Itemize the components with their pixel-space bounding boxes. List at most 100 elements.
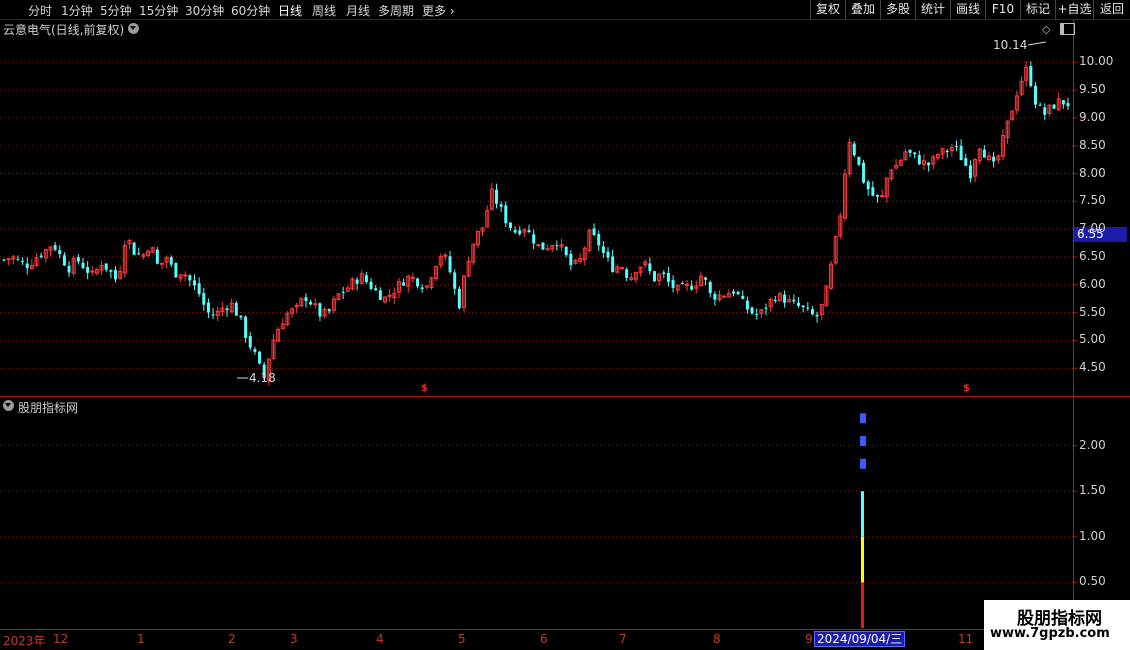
chevron-down-icon[interactable] xyxy=(128,23,139,34)
candle-body xyxy=(239,315,243,318)
x-tick-label: 3 xyxy=(290,632,298,646)
indicator-marker xyxy=(860,458,866,469)
candle-body xyxy=(304,297,308,302)
candle-body xyxy=(815,314,819,317)
candle-body xyxy=(387,294,392,297)
y-tick-label: 8.50 xyxy=(1079,137,1106,152)
candle-body xyxy=(671,280,675,288)
stock-chart[interactable] xyxy=(0,0,1130,650)
diamond-icon[interactable]: ◇ xyxy=(1042,23,1050,36)
candle-body xyxy=(713,293,717,300)
candle-body xyxy=(67,265,71,273)
candle-body xyxy=(53,245,57,250)
candle-body xyxy=(364,275,368,282)
candle-body xyxy=(206,302,210,313)
y-tick-label: 5.50 xyxy=(1079,304,1106,319)
candle-body xyxy=(132,242,136,255)
candle-body xyxy=(25,263,29,269)
main-chart-title: 云意电气(日线,前复权) xyxy=(3,23,125,37)
y-tick-label: 7.00 xyxy=(1079,221,1106,236)
candle-body xyxy=(21,260,25,262)
x-tick-label: 7 xyxy=(619,632,627,646)
x-tick-label: 9 xyxy=(805,632,813,646)
candle-body xyxy=(866,181,870,190)
candle-body xyxy=(619,267,624,270)
candle-body xyxy=(416,278,420,287)
candle-body xyxy=(1052,104,1056,109)
candle-body xyxy=(188,275,192,281)
indicator-marker xyxy=(860,413,866,424)
candle-body xyxy=(852,143,856,156)
candle-body xyxy=(248,336,252,348)
y-tick-label: 8.00 xyxy=(1079,165,1106,180)
candle-body xyxy=(880,195,885,198)
candle-body xyxy=(197,283,201,295)
y-tick-label: 1.50 xyxy=(1079,483,1106,498)
y-tick-label: 2.00 xyxy=(1079,437,1106,452)
candle-body xyxy=(764,307,768,309)
candle-body xyxy=(731,291,735,294)
candle-body xyxy=(2,259,6,261)
candle-body xyxy=(722,295,727,298)
candle-body xyxy=(62,255,66,266)
candle-body xyxy=(801,305,805,308)
candle-body xyxy=(1029,66,1033,87)
candle-body xyxy=(174,262,178,278)
candle-body xyxy=(114,270,118,280)
candle-body xyxy=(159,262,164,265)
x-tick-label: 11 xyxy=(958,632,974,646)
x-tick-label: 2 xyxy=(228,632,236,646)
indicator-title: 股朋指标网 xyxy=(18,401,79,415)
candle-body xyxy=(109,269,113,272)
candle-body xyxy=(499,204,503,207)
candle-body xyxy=(1043,107,1047,115)
candle-body xyxy=(225,308,229,311)
y-tick-label: 0.50 xyxy=(1079,574,1106,589)
candle-body xyxy=(192,280,196,286)
candle-body xyxy=(908,149,912,153)
y-tick-label: 10.00 xyxy=(1079,54,1114,69)
candle-body xyxy=(90,270,95,273)
candle-body xyxy=(876,194,880,197)
candle-body xyxy=(518,230,522,235)
candle-body xyxy=(16,258,20,260)
y-tick-label: 9.50 xyxy=(1079,82,1106,97)
candle-body xyxy=(410,276,415,279)
candle-body xyxy=(569,253,573,266)
chevron-down-icon[interactable] xyxy=(3,400,14,411)
candle-body xyxy=(183,274,188,277)
candle-body xyxy=(625,269,629,278)
candle-body xyxy=(453,272,457,289)
cursor-date-label: 2024/09/04/三 xyxy=(814,631,906,647)
y-tick-label: 1.00 xyxy=(1079,528,1106,543)
candle-body xyxy=(1038,104,1042,106)
candle-body xyxy=(680,283,684,285)
candle-body xyxy=(708,281,712,294)
candle-body xyxy=(913,152,917,155)
candle-body xyxy=(992,156,996,162)
candle-body xyxy=(652,271,656,282)
candle-body xyxy=(959,145,963,161)
candle-body xyxy=(555,245,559,247)
indicator-marker xyxy=(860,436,866,447)
candle-body xyxy=(318,303,322,317)
x-tick-label: 12 xyxy=(53,632,69,646)
candle-body xyxy=(378,290,382,300)
x-tick-label: 4 xyxy=(376,632,384,646)
candle-body xyxy=(58,250,62,255)
x-tick-label: 8 xyxy=(713,632,721,646)
candle-body xyxy=(369,281,373,289)
candle-body xyxy=(648,263,652,272)
candle-body xyxy=(374,288,378,291)
signal-mark: $ xyxy=(963,383,970,394)
x-tick-label: 2023年 xyxy=(3,634,46,648)
candle-body xyxy=(545,248,550,251)
high-price-label: 10.14 xyxy=(993,38,1028,52)
candle-body xyxy=(355,279,359,284)
candle-body xyxy=(810,309,814,315)
candle-body xyxy=(783,294,787,303)
candle-body xyxy=(234,302,238,316)
panel-toggle-icon[interactable] xyxy=(1060,23,1075,35)
candle-body xyxy=(211,314,215,316)
candle-body xyxy=(611,256,615,272)
